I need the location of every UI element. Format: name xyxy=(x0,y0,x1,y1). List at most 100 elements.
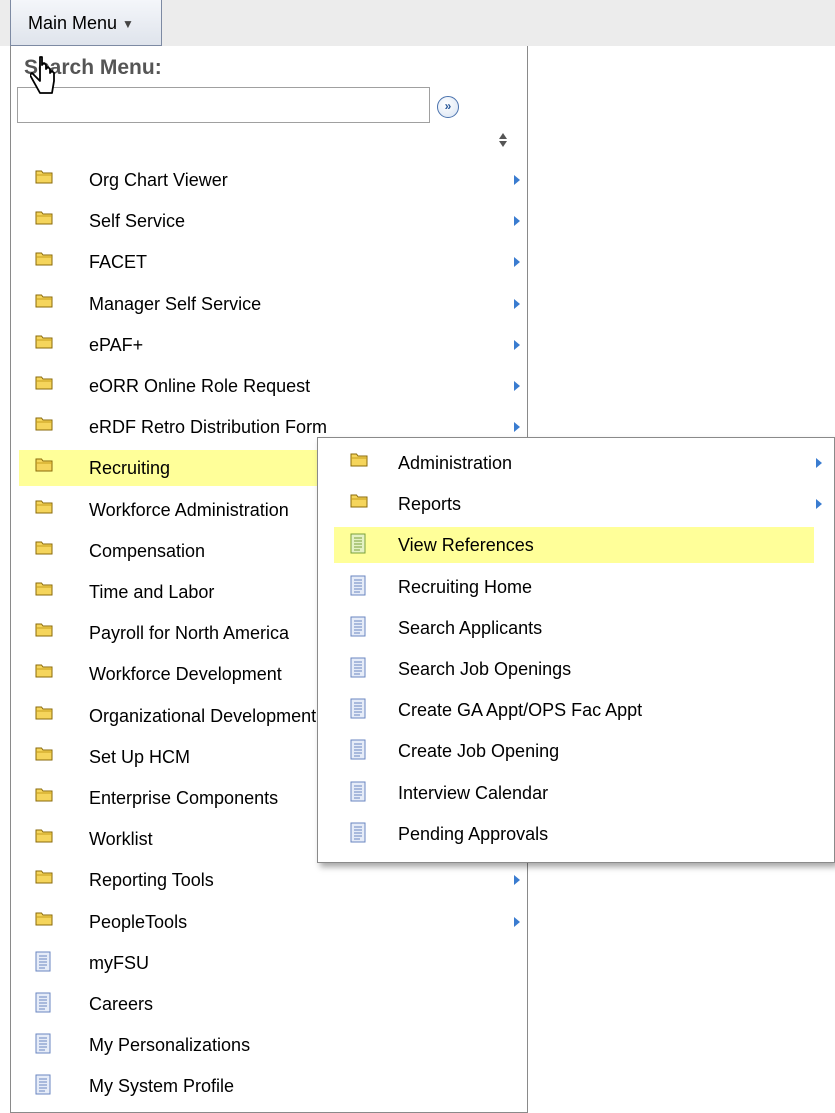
menu-item-label: eORR Online Role Request xyxy=(89,376,311,396)
search-menu-label: Search Menu: xyxy=(24,56,162,79)
menu-item-label: My Personalizations xyxy=(89,1035,251,1056)
menu-item-label: PeopleTools xyxy=(89,911,188,932)
top-bar: Main Menu ▼ xyxy=(0,0,835,46)
submenu-arrow-icon xyxy=(514,875,520,886)
menu-item-label: Reporting Tools xyxy=(89,870,214,891)
folder-icon xyxy=(35,333,53,357)
submenu-arrow-icon xyxy=(816,458,822,468)
folder-icon xyxy=(35,868,53,892)
submenu-arrow-icon xyxy=(514,422,520,433)
menu-item-label: Workforce Development xyxy=(89,664,282,685)
folder-icon xyxy=(35,498,53,522)
menu-item-reporting-tools[interactable]: Reporting Tools xyxy=(19,862,522,898)
submenu-item-reports[interactable]: Reports xyxy=(334,486,822,522)
folder-icon xyxy=(35,662,53,686)
page-icon xyxy=(35,1033,53,1057)
menu-item-label: Payroll for North America xyxy=(89,623,290,644)
menu-item-org-chart-viewer[interactable]: Org Chart Viewer xyxy=(19,162,522,198)
menu-item-label: Recruiting Home xyxy=(398,576,533,597)
menu-item-my-system-profile[interactable]: My System Profile xyxy=(19,1068,522,1104)
folder-icon xyxy=(35,827,53,851)
folder-icon xyxy=(35,250,53,274)
main-menu-label: Main Menu xyxy=(28,13,118,33)
menu-item-label: Self Service xyxy=(89,211,186,232)
folder-icon xyxy=(35,910,53,934)
menu-item-careers[interactable]: Careers xyxy=(19,986,522,1022)
menu-item-peopletools[interactable]: PeopleTools xyxy=(19,904,522,940)
submenu-item-create-ga-appt-ops-fac-appt[interactable]: Create GA Appt/OPS Fac Appt xyxy=(334,692,814,728)
search-input[interactable] xyxy=(17,87,430,123)
collapse-toggle-icon[interactable] xyxy=(498,132,508,148)
menu-item-label: Pending Approvals xyxy=(398,823,549,844)
menu-item-label: Organizational Development xyxy=(89,705,317,726)
menu-item-manager-self-service[interactable]: Manager Self Service xyxy=(19,286,522,322)
menu-item-label: Compensation xyxy=(89,540,206,561)
menu-item-epaf[interactable]: ePAF+ xyxy=(19,327,522,363)
page-icon xyxy=(35,1074,53,1098)
menu-item-label: Search Job Openings xyxy=(398,659,572,679)
submenu-arrow-icon xyxy=(816,499,822,510)
folder-icon xyxy=(35,621,53,645)
folder-icon xyxy=(35,456,53,480)
submenu-item-pending-approvals[interactable]: Pending Approvals xyxy=(334,816,814,852)
page-icon xyxy=(35,992,53,1016)
menu-item-facet[interactable]: FACET xyxy=(19,244,522,280)
submenu-arrow-icon xyxy=(514,298,520,309)
page-icon xyxy=(350,657,368,681)
main-menu-button[interactable]: Main Menu ▼ xyxy=(10,0,162,46)
folder-icon xyxy=(350,451,368,475)
folder-icon xyxy=(35,704,53,728)
search-go-button[interactable]: » xyxy=(437,96,459,118)
page-icon xyxy=(350,575,368,599)
page-icon xyxy=(350,698,368,722)
menu-item-label: Recruiting xyxy=(89,458,171,479)
page-icon xyxy=(350,533,368,557)
page-icon xyxy=(35,951,53,975)
menu-item-label: Search Applicants xyxy=(398,617,543,638)
double-chevron-right-icon: » xyxy=(444,99,452,113)
menu-item-label: Careers xyxy=(89,994,154,1014)
menu-item-label: Administration xyxy=(398,453,513,473)
menu-item-label: Manager Self Service xyxy=(89,293,262,314)
submenu-item-recruiting-home[interactable]: Recruiting Home xyxy=(334,569,814,605)
menu-item-myfsu[interactable]: myFSU xyxy=(19,945,522,981)
submenu-item-interview-calendar[interactable]: Interview Calendar xyxy=(334,775,814,811)
submenu-item-administration[interactable]: Administration xyxy=(334,445,822,481)
menu-item-label: My System Profile xyxy=(89,1076,235,1097)
submenu-item-search-applicants[interactable]: Search Applicants xyxy=(334,610,814,646)
folder-icon xyxy=(35,539,53,563)
submenu-item-view-references[interactable]: View References xyxy=(334,527,814,564)
folder-icon xyxy=(35,292,53,316)
menu-item-label: Org Chart Viewer xyxy=(89,170,228,190)
menu-item-label: Workforce Administration xyxy=(89,499,289,520)
recruiting-submenu: Administration Reports View References Recr… xyxy=(317,437,835,863)
menu-item-label: Reports xyxy=(398,494,462,515)
chevron-down-icon: ▼ xyxy=(122,17,134,31)
page-icon xyxy=(350,781,368,805)
folder-icon xyxy=(35,209,53,233)
folder-icon xyxy=(35,415,53,439)
folder-icon xyxy=(35,580,53,604)
menu-item-label: Worklist xyxy=(89,829,153,850)
menu-item-label: ePAF+ xyxy=(89,334,144,355)
menu-item-label: View References xyxy=(398,535,534,556)
folder-icon xyxy=(35,745,53,769)
page-icon xyxy=(350,822,368,846)
submenu-arrow-icon xyxy=(514,216,520,227)
menu-item-my-personalizations[interactable]: My Personalizations xyxy=(19,1027,522,1063)
submenu-arrow-icon xyxy=(514,257,520,268)
menu-item-label: Create Job Opening xyxy=(398,741,560,762)
menu-item-eorr-online-role-request[interactable]: eORR Online Role Request xyxy=(19,368,522,404)
folder-icon xyxy=(35,786,53,810)
page-icon xyxy=(350,616,368,640)
submenu-arrow-icon xyxy=(514,339,520,350)
menu-item-label: eRDF Retro Distribution Form xyxy=(89,417,328,438)
page-icon xyxy=(350,739,368,763)
folder-icon xyxy=(35,168,53,192)
menu-item-self-service[interactable]: Self Service xyxy=(19,203,522,239)
submenu-arrow-icon xyxy=(514,381,520,391)
folder-icon xyxy=(350,492,368,516)
menu-item-label: myFSU xyxy=(89,952,149,973)
submenu-item-create-job-opening[interactable]: Create Job Opening xyxy=(334,733,814,769)
submenu-item-search-job-openings[interactable]: Search Job Openings xyxy=(334,651,814,687)
